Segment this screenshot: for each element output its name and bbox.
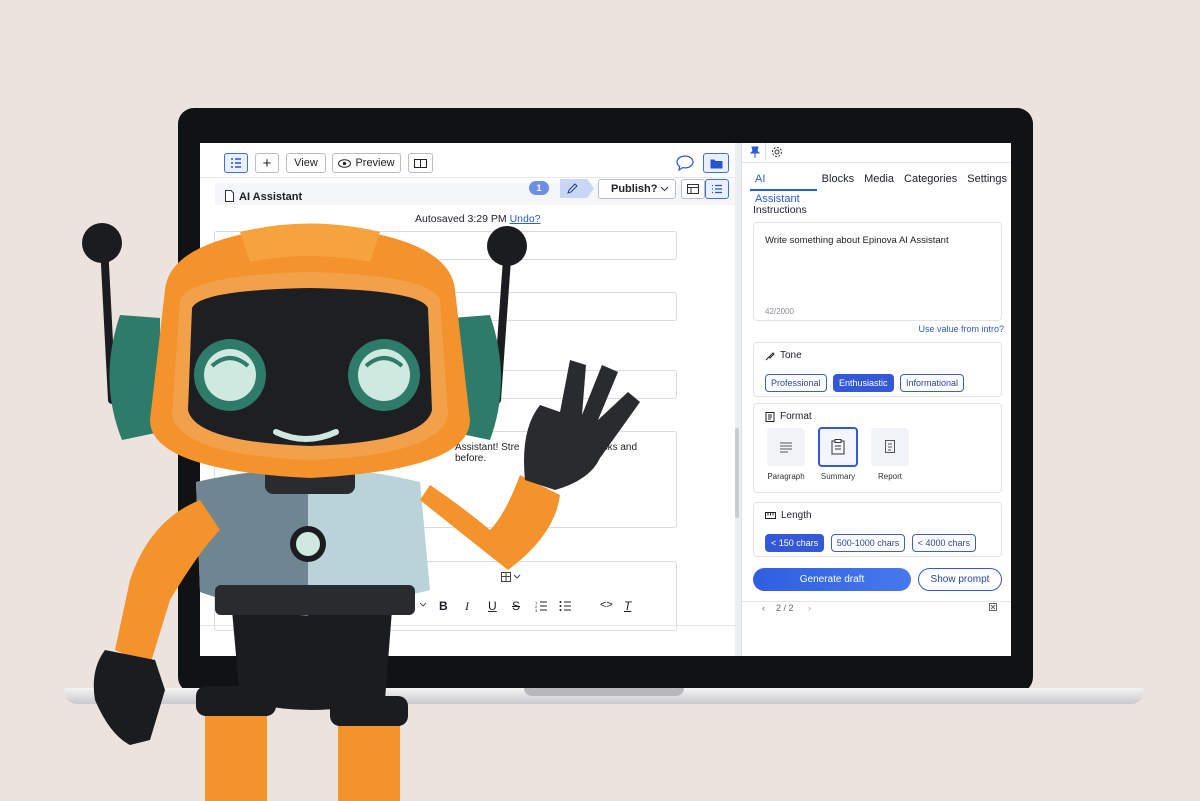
robot-mascot-illustration bbox=[82, 223, 640, 801]
